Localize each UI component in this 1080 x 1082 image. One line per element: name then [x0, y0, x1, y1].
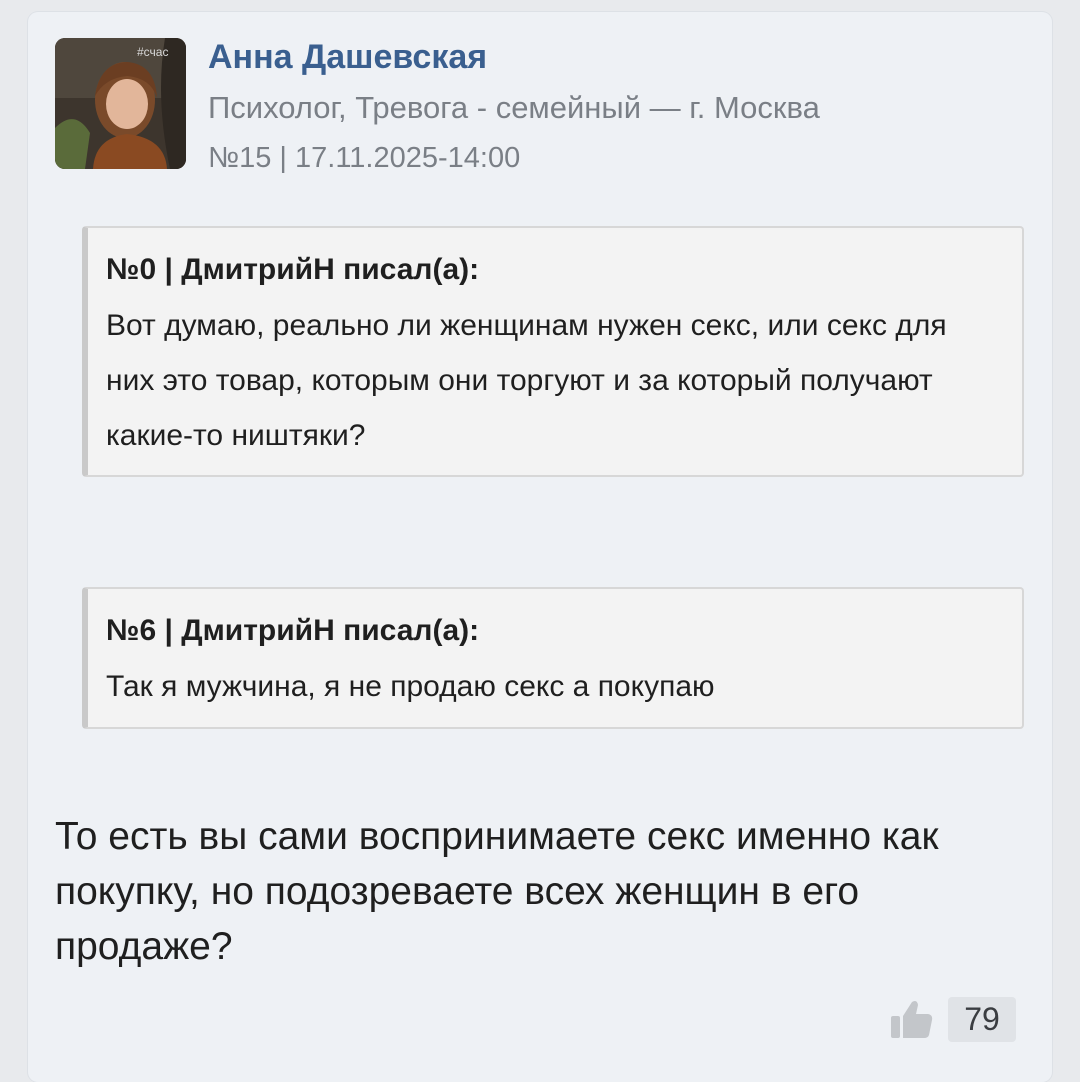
thumbs-up-icon[interactable]: [888, 996, 934, 1042]
quote-block: №6 | ДмитрийН писал(а): Так я мужчина, я…: [82, 587, 1024, 729]
avatar[interactable]: #счас: [55, 38, 186, 169]
author-name[interactable]: Анна Дашевская: [208, 38, 487, 77]
like-count: 79: [948, 996, 1016, 1042]
avatar-photo: #счас: [55, 38, 186, 169]
quote-header[interactable]: №6 | ДмитрийН писал(а):: [106, 611, 1002, 651]
author-meta: Психолог, Тревога - семейный — г. Москва: [208, 90, 820, 125]
post-card: #счас Анна Дашевская Психолог, Тревога -…: [28, 12, 1052, 1082]
reply-text: То есть вы сами воспринимаете секс именн…: [55, 815, 939, 968]
quote-header[interactable]: №0 | ДмитрийН писал(а):: [106, 250, 1002, 290]
avatar-caption: #счас: [137, 45, 168, 59]
like-button[interactable]: 79: [888, 996, 1016, 1042]
quote-text: Так я мужчина, я не продаю секс а покупа…: [106, 670, 715, 703]
post-number-date: №15 | 17.11.2025-14:00: [208, 142, 521, 174]
quote-block: №0 | ДмитрийН писал(а): Вот думаю, реаль…: [82, 226, 1024, 477]
quote-text: Вот думаю, реально ли женщинам нужен сек…: [106, 309, 947, 452]
